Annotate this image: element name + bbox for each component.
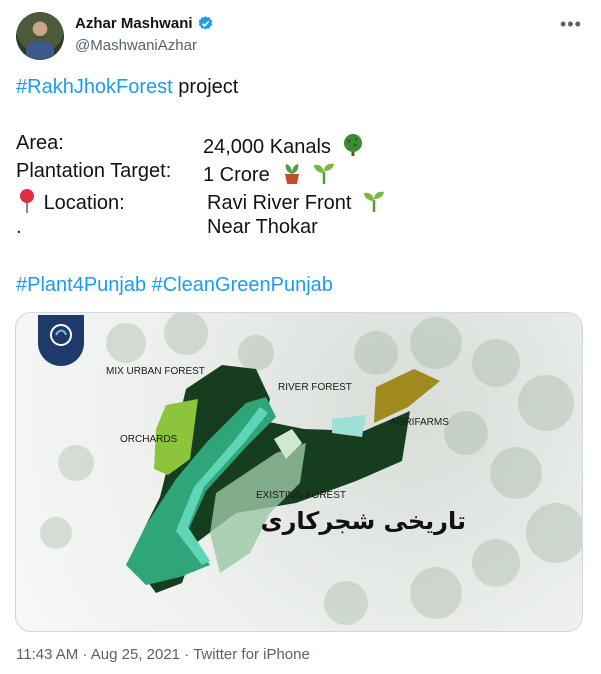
tweet-date[interactable]: Aug 25, 2021 bbox=[91, 646, 180, 663]
label-mix-urban-forest: MIX URBAN FOREST bbox=[106, 366, 205, 377]
author-name[interactable]: Azhar Mashwani bbox=[75, 15, 193, 32]
tweet-media-image[interactable]: MIX URBAN FOREST RIVER FOREST ORCHARDS A… bbox=[15, 312, 583, 632]
label-river-forest: RIVER FOREST bbox=[278, 382, 352, 393]
dot-text: . bbox=[16, 216, 22, 238]
location-value-2: Near Thokar bbox=[207, 216, 318, 238]
tweet-source[interactable]: Twitter for iPhone bbox=[193, 646, 310, 663]
location-label: Location: bbox=[43, 192, 125, 214]
seedling-emoji-icon bbox=[313, 163, 334, 184]
hashtag-plant4punjab[interactable]: #Plant4Punjab bbox=[16, 274, 146, 296]
hashtags-row: #Plant4Punjab #CleanGreenPunjab bbox=[16, 274, 333, 297]
author-handle[interactable]: @MashwaniAzhar bbox=[75, 37, 197, 54]
target-value-row: 1 Crore bbox=[203, 160, 337, 187]
target-label: Plantation Target: bbox=[16, 160, 172, 182]
avatar[interactable] bbox=[16, 12, 64, 60]
location-value: Ravi River Front bbox=[207, 192, 352, 214]
tweet-time[interactable]: 11:43 AM bbox=[16, 646, 78, 663]
label-agrifarms: AGRIFARMS bbox=[390, 417, 449, 428]
tweet-meta: 11:43 AM · Aug 25, 2021 · Twitter for iP… bbox=[16, 646, 310, 663]
tweet-line-1: #RakhJhokForest project bbox=[16, 76, 239, 98]
forest-map-graphic: MIX URBAN FOREST RIVER FOREST ORCHARDS A… bbox=[38, 313, 582, 625]
round-pushpin-emoji-icon bbox=[20, 189, 34, 213]
area-value-row: 24,000 Kanals bbox=[203, 132, 366, 159]
hashtag-rakhjhokforest[interactable]: #RakhJhokForest bbox=[16, 76, 173, 98]
tree-emoji-icon bbox=[344, 134, 363, 156]
author-name-row[interactable]: Azhar Mashwani bbox=[75, 15, 214, 32]
area-value: 24,000 Kanals bbox=[203, 136, 331, 158]
hashtag-cleangreenpunjab[interactable]: #CleanGreenPunjab bbox=[152, 274, 333, 296]
area-label: Area: bbox=[16, 132, 64, 154]
verified-badge-icon bbox=[198, 16, 212, 30]
label-orchards: ORCHARDS bbox=[120, 434, 178, 445]
location-label-row: Location: bbox=[16, 188, 125, 215]
potted-plant-emoji-icon bbox=[285, 164, 300, 184]
location-value-row: Ravi River Front bbox=[207, 188, 387, 215]
more-options-icon[interactable]: ••• bbox=[560, 14, 582, 35]
authority-logo-icon bbox=[38, 315, 84, 366]
seedling-emoji-icon bbox=[364, 191, 385, 212]
urdu-title: تاریخی شجرکاری bbox=[261, 507, 466, 535]
label-existing-forest: EXISTING FOREST bbox=[256, 490, 346, 501]
target-value: 1 Crore bbox=[203, 164, 270, 186]
